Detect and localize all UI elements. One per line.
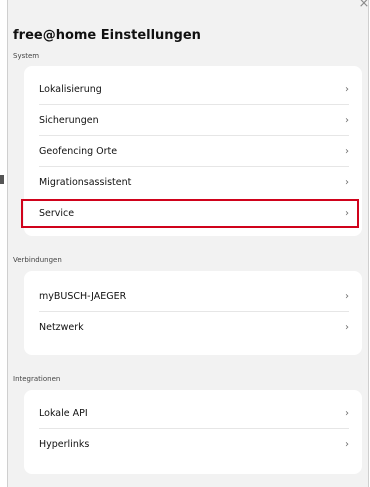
left-edge-marker [0,175,4,184]
settings-item-hyperlinks[interactable]: Hyperlinks › [39,429,349,459]
settings-item-label: Migrationsassistent [39,176,132,188]
chevron-right-icon: › [345,290,349,302]
card-integrationen: Lokale API › Hyperlinks › [24,390,362,474]
settings-item-lokalisierung[interactable]: Lokalisierung › [39,74,349,104]
settings-item-sicherungen[interactable]: Sicherungen › [39,105,349,135]
chevron-right-icon: › [345,114,349,126]
settings-item-label: Lokale API [39,407,88,419]
section-label-integrationen: Integrationen [13,375,61,383]
settings-item-label: Netzwerk [39,321,84,333]
chevron-right-icon: › [345,407,349,419]
chevron-right-icon: › [345,83,349,95]
close-icon[interactable]: × [358,0,368,10]
settings-item-label: Geofencing Orte [39,145,118,157]
section-label-system: System [13,52,40,60]
chevron-right-icon: › [345,438,349,450]
settings-item-lokale-api[interactable]: Lokale API › [39,398,349,428]
settings-panel: × free@home Einstellungen System Lokalis… [7,0,369,487]
settings-item-label: Service [39,207,75,219]
chevron-right-icon: › [345,207,349,219]
settings-item-label: Hyperlinks [39,438,90,450]
settings-item-service[interactable]: Service › [39,198,349,228]
section-label-verbindungen: Verbindungen [13,256,62,264]
chevron-right-icon: › [345,321,349,333]
settings-item-geofencing-orte[interactable]: Geofencing Orte › [39,136,349,166]
left-strip [0,0,6,487]
chevron-right-icon: › [345,145,349,157]
card-verbindungen: myBUSCH-JAEGER › Netzwerk › [24,271,362,355]
settings-item-migrationsassistent[interactable]: Migrationsassistent › [39,167,349,197]
chevron-right-icon: › [345,176,349,188]
settings-item-label: Sicherungen [39,114,99,126]
settings-item-label: Lokalisierung [39,83,102,95]
page-title: free@home Einstellungen [13,28,201,43]
settings-item-mybusch-jaeger[interactable]: myBUSCH-JAEGER › [39,281,349,311]
settings-item-netzwerk[interactable]: Netzwerk › [39,312,349,342]
settings-item-label: myBUSCH-JAEGER [39,290,127,302]
card-system: Lokalisierung › Sicherungen › Geofencing… [24,66,362,236]
